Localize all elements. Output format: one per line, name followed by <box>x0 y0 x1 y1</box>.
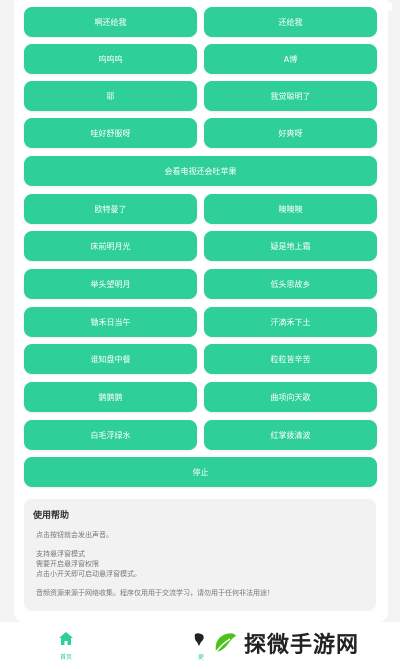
help-line: 需要开启悬浮窗权限 <box>36 560 99 568</box>
sound-button-9[interactable]: 会看电视还会吐苹果 <box>24 156 377 186</box>
sound-button-22[interactable]: 白毛浮绿水 <box>24 420 197 450</box>
sound-button-6[interactable]: 我觉聪明了 <box>204 81 377 111</box>
sound-button-11[interactable]: 噢噢噢 <box>204 194 377 224</box>
sound-button-10[interactable]: 欧特曼了 <box>24 194 197 224</box>
help-title: 使用帮助 <box>33 511 70 521</box>
sound-button-15[interactable]: 低头思故乡 <box>204 269 377 299</box>
nav-second-icon <box>194 633 204 646</box>
sound-button-19[interactable]: 粒粒皆辛苦 <box>204 344 377 374</box>
sound-button-2[interactable]: 还给我 <box>204 7 377 37</box>
sound-button-1[interactable]: 啊还给我 <box>24 7 197 37</box>
sound-button-16[interactable]: 锄禾日当午 <box>24 307 197 337</box>
sound-button-8[interactable]: 好爽呀 <box>204 118 377 148</box>
help-line: 点击按钮就会发出声音。 <box>36 531 113 539</box>
sound-button-20[interactable]: 鹅鹅鹅 <box>24 382 197 412</box>
sound-button-13[interactable]: 疑是地上霜 <box>204 231 377 261</box>
nav-home-label: 首页 <box>59 654 72 661</box>
sound-button-5[interactable]: 耶 <box>24 81 197 111</box>
leaf-logo-icon <box>215 633 236 653</box>
stop-button[interactable]: 停止 <box>24 457 377 487</box>
help-line: 音频资源来源于网络收集。程序仅用用于交流学习，请勿用于任何非法用途！ <box>36 589 274 597</box>
sound-button-14[interactable]: 举头望明月 <box>24 269 197 299</box>
watermark-text: 探微手游网 <box>244 633 360 658</box>
sound-button-23[interactable]: 红掌拨清波 <box>204 420 377 450</box>
help-card: 使用帮助 点击按钮就会发出声音。 支持悬浮窗模式 需要开启悬浮窗权限 点击小开关… <box>24 499 376 611</box>
sound-button-17[interactable]: 汗滴禾下土 <box>204 307 377 337</box>
help-line: 支持悬浮窗模式 <box>36 550 85 558</box>
watermark: 探微手游网 <box>212 622 400 664</box>
nav-home[interactable]: 首页 <box>48 630 84 666</box>
sound-button-12[interactable]: 床前明月光 <box>24 231 197 261</box>
sound-button-4[interactable]: A博 <box>204 44 377 74</box>
home-icon <box>59 632 73 645</box>
help-line: 点击小开关即可启动悬浮窗模式。 <box>36 570 141 578</box>
sound-button-21[interactable]: 曲项向天歌 <box>204 382 377 412</box>
sound-button-3[interactable]: 呜呜呜 <box>24 44 197 74</box>
sound-button-18[interactable]: 谁知盘中餐 <box>24 344 197 374</box>
sound-button-7[interactable]: 哇好舒服呀 <box>24 118 197 148</box>
